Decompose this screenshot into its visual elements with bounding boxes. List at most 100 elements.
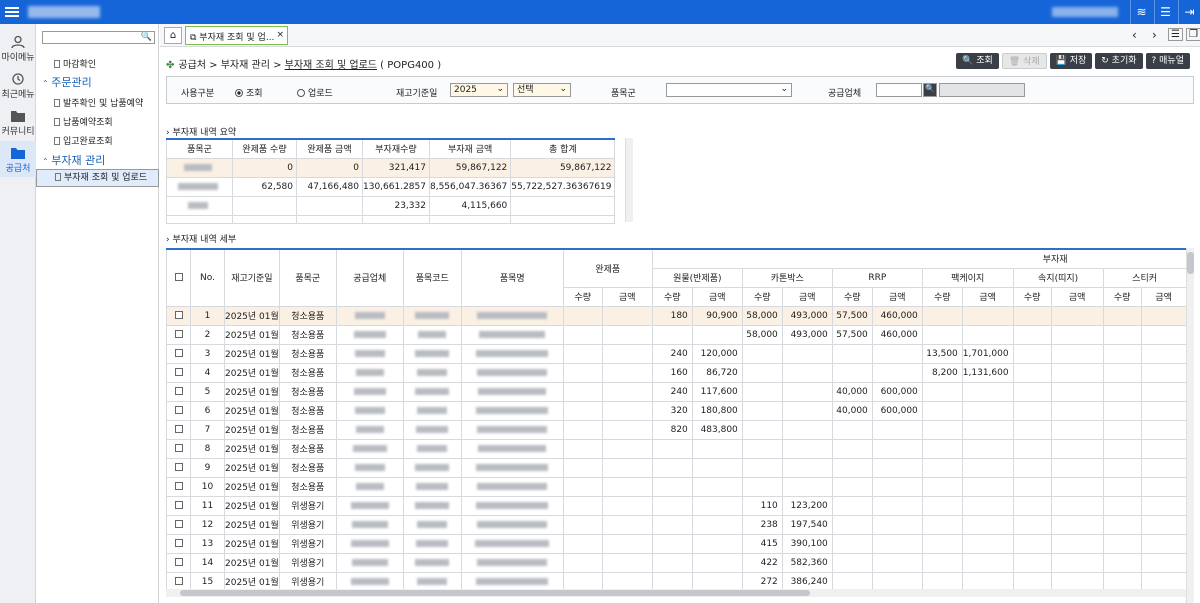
table-row[interactable]: 9 2025년 01월 청소용품 — [166, 457, 1187, 478]
scroll-thumb[interactable] — [180, 590, 810, 596]
category-select[interactable]: ⌄ — [666, 83, 792, 97]
redacted-cell — [460, 381, 564, 402]
sidebar-item-closing[interactable]: 마감확인 — [54, 57, 96, 70]
table-cell: 13,500 — [921, 343, 963, 364]
sidebar-item-order-confirm[interactable]: 발주확인 및 납품예약 — [54, 96, 143, 109]
table-row[interactable]: 6 2025년 01월 청소용품 320 180,800 40,000 600,000 — [166, 400, 1187, 421]
row-checkbox[interactable] — [174, 425, 183, 433]
redacted-cell — [460, 495, 564, 516]
scroll-thumb[interactable] — [1187, 252, 1194, 274]
row-checkbox[interactable] — [174, 311, 183, 319]
column-header: 금액 — [871, 286, 923, 307]
row-checkbox[interactable] — [174, 444, 183, 452]
table-cell: 90,900 — [691, 305, 743, 326]
tab-submaterial[interactable]: ⧉ 부자재 조회 및 업... × — [185, 26, 288, 45]
table-row[interactable]: 3 2025년 01월 청소용품 240 120,000 13,500 1,701,000 — [166, 343, 1187, 364]
table-cell — [961, 552, 1014, 573]
tab-list-icon[interactable]: ☰ — [1168, 28, 1183, 41]
month-select[interactable]: 선택 ⌄ — [513, 83, 571, 97]
redacted-text — [477, 368, 548, 376]
nav-recent[interactable]: 최근메뉴 — [0, 67, 36, 103]
table-row[interactable]: 4 2025년 01월 청소용품 160 86,720 8,200 1,131,600 — [166, 362, 1187, 383]
row-checkbox[interactable] — [174, 406, 183, 414]
redacted-text — [417, 406, 448, 414]
supplier-name-field — [939, 83, 1025, 97]
row-checkbox[interactable] — [174, 349, 183, 357]
sidebar-item-delivery-booking[interactable]: 납품예약조회 — [54, 115, 113, 128]
nav-community[interactable]: 커뮤니티 — [0, 104, 36, 140]
table-row[interactable]: 13 2025년 01월 위생용기 415 390,100 — [166, 533, 1187, 554]
sidebar-group-submaterial[interactable]: ⌃ 부자재 관리 — [42, 152, 105, 168]
column-header: 금액 — [1140, 286, 1187, 307]
search-icon[interactable]: 🔍 — [141, 32, 152, 42]
table-cell: 180,800 — [691, 400, 743, 421]
table-row[interactable]: 1 2025년 01월 청소용품 180 90,900 58,000 493,000 57,5… — [166, 305, 1187, 326]
table-row[interactable]: 2 2025년 01월 청소용품 58,000 493,000 57,500 460,000 — [166, 324, 1187, 345]
sidebar-group-order[interactable]: ⌃ 주문관리 — [42, 74, 92, 90]
table-row[interactable]: 62,580 47,166,480 130,661.2857 8,556,047.36… — [166, 176, 616, 197]
row-checkbox[interactable] — [174, 387, 183, 395]
sidebar-item-receipt[interactable]: 입고완료조회 — [54, 134, 113, 147]
reset-button[interactable]: ↻ 초기화 — [1095, 53, 1143, 69]
redacted-text — [416, 482, 449, 490]
table-cell: 1,701,000 — [961, 343, 1014, 364]
table-row[interactable]: 0 0 321,417 59,867,122 59,867,122 — [166, 157, 616, 178]
menu-search-input[interactable]: 🔍 — [42, 31, 155, 44]
year-select[interactable]: 2025 ⌄ — [450, 83, 508, 97]
delete-button[interactable]: 🗑 삭제 — [1001, 53, 1047, 69]
row-checkbox[interactable] — [174, 539, 183, 547]
supplier-search-icon[interactable]: 🔍 — [923, 83, 937, 97]
table-row[interactable]: 5 2025년 01월 청소용품 240 117,600 40,000 600,000 — [166, 381, 1187, 402]
radio-upload[interactable]: 업로드 — [297, 86, 333, 99]
table-cell — [781, 381, 833, 402]
list-menu-icon[interactable]: ☰ — [1154, 0, 1176, 24]
manual-button[interactable]: ? 매뉴얼 — [1145, 53, 1190, 69]
row-checkbox[interactable] — [174, 577, 183, 585]
table-row[interactable] — [166, 214, 616, 224]
row-checkbox[interactable] — [174, 463, 183, 471]
table-cell: 청소용품 — [278, 438, 337, 459]
table-row[interactable]: 23,332 4,115,660 — [166, 195, 616, 216]
chevron-left-icon[interactable]: ‹ — [1132, 28, 1137, 42]
table-row[interactable]: 10 2025년 01월 청소용품 — [166, 476, 1187, 497]
layers-icon[interactable]: ≋ — [1130, 0, 1152, 24]
table-cell — [871, 514, 923, 535]
table-cell — [691, 533, 743, 554]
row-checkbox[interactable] — [174, 368, 183, 376]
summary-scrollbar[interactable] — [625, 138, 633, 222]
row-checkbox[interactable] — [174, 558, 183, 566]
save-button[interactable]: 💾 저장 — [1049, 53, 1093, 69]
row-checkbox[interactable] — [174, 330, 183, 338]
table-row[interactable]: 11 2025년 01월 위생용기 110 123,200 — [166, 495, 1187, 516]
hamburger-menu-icon[interactable] — [5, 5, 19, 19]
table-cell — [871, 495, 923, 516]
table-row[interactable]: 8 2025년 01월 청소용품 — [166, 438, 1187, 459]
user-info[interactable] — [1052, 7, 1118, 17]
logout-icon[interactable]: ⇥ — [1178, 0, 1200, 24]
search-button[interactable]: 🔍 조회 — [956, 53, 999, 69]
supplier-code-input[interactable] — [876, 83, 922, 97]
column-header: 수량 — [741, 286, 783, 307]
sidebar-item-submaterial-upload[interactable]: 부자재 조회 및 업로드 — [36, 169, 159, 187]
row-checkbox[interactable] — [174, 501, 183, 509]
window-icon[interactable]: ❐ — [1186, 28, 1200, 41]
row-checkbox[interactable] — [174, 482, 183, 490]
chevron-right-icon[interactable]: › — [1152, 28, 1157, 42]
table-cell — [1140, 381, 1187, 402]
table-row[interactable]: 7 2025년 01월 청소용품 820 483,800 — [166, 419, 1187, 440]
home-icon[interactable]: ⌂ — [164, 27, 182, 44]
table-row[interactable]: 12 2025년 01월 위생용기 238 197,540 — [166, 514, 1187, 535]
table-cell: 청소용품 — [278, 457, 337, 478]
nav-supplier[interactable]: 공급처 — [0, 141, 36, 177]
select-all-checkbox[interactable] — [166, 248, 191, 307]
detail-horizontal-scrollbar[interactable] — [166, 589, 1186, 597]
table-cell — [1140, 400, 1187, 421]
redacted-cell — [335, 457, 404, 478]
table-row[interactable]: 14 2025년 01월 위생용기 422 582,360 — [166, 552, 1187, 573]
detail-vertical-scrollbar[interactable] — [1186, 248, 1194, 603]
redacted-text — [354, 349, 385, 357]
nav-my-menu[interactable]: 마이메뉴 — [0, 30, 36, 66]
close-icon[interactable]: × — [276, 30, 284, 40]
radio-search[interactable]: 조회 — [235, 86, 263, 99]
row-checkbox[interactable] — [174, 520, 183, 528]
